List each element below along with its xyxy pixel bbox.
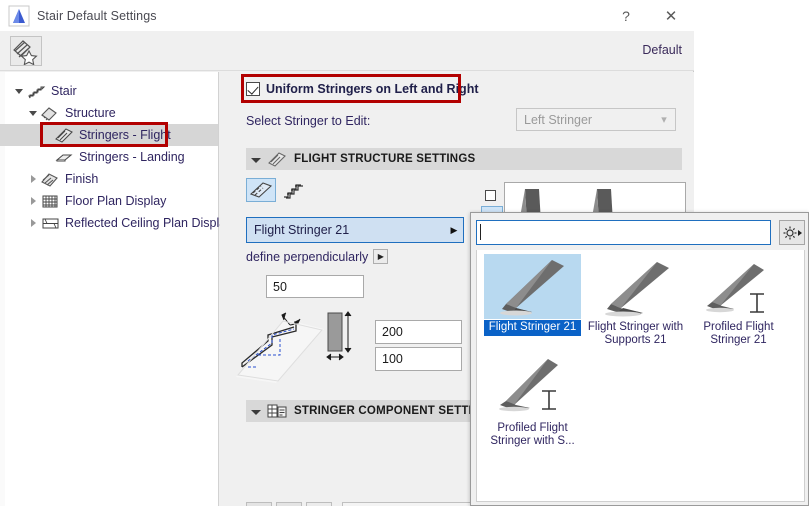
tree-item-label: Reflected Ceiling Plan Displa [65, 215, 227, 230]
stringer-height-value: 200 [382, 325, 403, 339]
stepped-stringer-icon[interactable] [280, 178, 310, 202]
angle-input[interactable]: 50 [266, 275, 364, 298]
tree-item-label: Floor Plan Display [65, 193, 167, 208]
uniform-stringers-label: Uniform Stringers on Left and Right [266, 82, 479, 96]
tree-item-label: Stringers - Landing [79, 149, 185, 164]
preview-checkbox[interactable] [485, 190, 496, 201]
stringer-thickness-input[interactable]: 100 [375, 347, 462, 371]
floor-plan-icon [40, 192, 60, 210]
window-title: Stair Default Settings [37, 8, 157, 23]
structure-icon [40, 104, 60, 122]
stringer-height-input[interactable]: 200 [375, 320, 462, 344]
chevron-down-icon[interactable] [26, 102, 40, 124]
stair-icon [26, 82, 46, 100]
chevron-down-icon[interactable] [12, 80, 26, 102]
flight-structure-settings-header[interactable]: FLIGHT STRUCTURE SETTINGS [246, 148, 682, 170]
angle-value: 50 [273, 279, 287, 294]
flight-structure-settings-title: FLIGHT STRUCTURE SETTINGS [294, 153, 476, 165]
previous-component-button[interactable] [246, 502, 272, 506]
tree-item-finish[interactable]: Finish [0, 168, 218, 190]
text-caret [480, 224, 481, 240]
list-item[interactable]: Flight Stringer 21 [484, 254, 581, 349]
dialog-toolbar: Default [0, 31, 694, 71]
select-stringer-dropdown[interactable]: Left Stringer ▾ [516, 108, 676, 131]
play-arrow-icon: ▶ [450, 224, 458, 235]
stringer-flight-icon [266, 150, 288, 168]
define-perpendicularly-label: define perpendicularly [246, 249, 369, 264]
component-settings-icon [266, 402, 288, 420]
stringer-thickness-value: 100 [382, 352, 403, 366]
list-item[interactable]: Profiled Flight Stringer with S... [484, 355, 581, 450]
stringer-flight-icon [54, 126, 74, 144]
tree-item-reflected-ceiling-plan-display[interactable]: Reflected Ceiling Plan Displa [0, 212, 226, 234]
profile-dimension-icon [320, 307, 368, 369]
tree-item-label: Stair [51, 83, 77, 98]
collapse-triangle-icon[interactable] [246, 402, 266, 420]
stringer-selector-popup: Flight Stringer 21 Flight Stringer with … [470, 212, 809, 506]
select-stringer-label: Select Stringer to Edit: [246, 114, 371, 128]
stringer-supports-thumb [587, 254, 684, 319]
list-item-label: Profiled Flight Stringer 21 [703, 321, 774, 346]
select-stringer-value: Left Stringer [524, 112, 593, 127]
chevron-right-icon[interactable] [26, 190, 40, 212]
stringer-profiled-thumb [690, 254, 787, 319]
stringer-solid-thumb [484, 254, 581, 319]
favorites-star-icon[interactable] [10, 36, 42, 66]
next-component-button[interactable] [276, 502, 302, 506]
finish-icon [40, 170, 60, 188]
title-bar: Stair Default Settings ? ✕ [0, 0, 694, 31]
monolith-stringer-icon[interactable] [246, 178, 276, 202]
stringer-profiled-supports-thumb [484, 355, 581, 420]
define-perpendicularly-row[interactable]: define perpendicularly ▶ [246, 249, 389, 264]
collapse-triangle-icon[interactable] [246, 150, 266, 168]
gear-icon[interactable] [779, 220, 805, 245]
reflected-ceiling-icon [40, 214, 60, 232]
chevron-right-icon[interactable] [26, 212, 40, 234]
list-item-label: Flight Stringer with Supports 21 [587, 321, 684, 346]
list-item[interactable]: Flight Stringer with Supports 21 [587, 254, 684, 349]
stringer-component-settings-title: STRINGER COMPONENT SETTINGS [294, 405, 498, 417]
uniform-stringers-checkbox-row[interactable]: Uniform Stringers on Left and Right [246, 82, 479, 96]
tree-item-stringers-flight[interactable]: Stringers - Flight [0, 124, 218, 146]
default-label: Default [642, 43, 682, 57]
tree-item-floor-plan-display[interactable]: Floor Plan Display [0, 190, 218, 212]
uniform-stringers-checkbox[interactable] [246, 82, 260, 96]
flight-stringer-combo[interactable]: Flight Stringer 21 ▶ [246, 217, 464, 243]
stringer-grid: Flight Stringer 21 Flight Stringer with … [477, 250, 804, 454]
tree-item-stringers-landing[interactable]: Stringers - Landing [0, 146, 218, 168]
list-item-label: Profiled Flight Stringer with S... [490, 422, 575, 447]
list-item-label: Flight Stringer 21 [484, 320, 581, 336]
perpendicular-options-button[interactable]: ▶ [373, 249, 389, 264]
stringer-list[interactable]: Flight Stringer 21 Flight Stringer with … [476, 250, 805, 502]
close-button[interactable]: ✕ [648, 0, 694, 31]
stringer-landing-icon [54, 148, 74, 166]
archicad-logo-icon [8, 5, 30, 27]
chevron-right-icon[interactable] [26, 168, 40, 190]
duplicate-component-button[interactable] [306, 502, 332, 506]
tree-item-label: Finish [65, 171, 99, 186]
stringer-search-input[interactable] [476, 220, 771, 245]
tree-item-label: Stringers - Flight [79, 127, 171, 142]
flight-stringer-value: Flight Stringer 21 [254, 223, 350, 237]
settings-tree-panel[interactable]: Stair Structure Stringers - Flight Strin… [0, 72, 226, 506]
help-button[interactable]: ? [604, 0, 648, 31]
tree-item-label: Structure [65, 105, 116, 120]
list-item[interactable]: Profiled Flight Stringer 21 [690, 254, 787, 349]
tree-item-stair[interactable]: Stair [0, 80, 218, 102]
tree-item-structure[interactable]: Structure [0, 102, 218, 124]
chevron-down-icon: ▾ [661, 114, 667, 126]
